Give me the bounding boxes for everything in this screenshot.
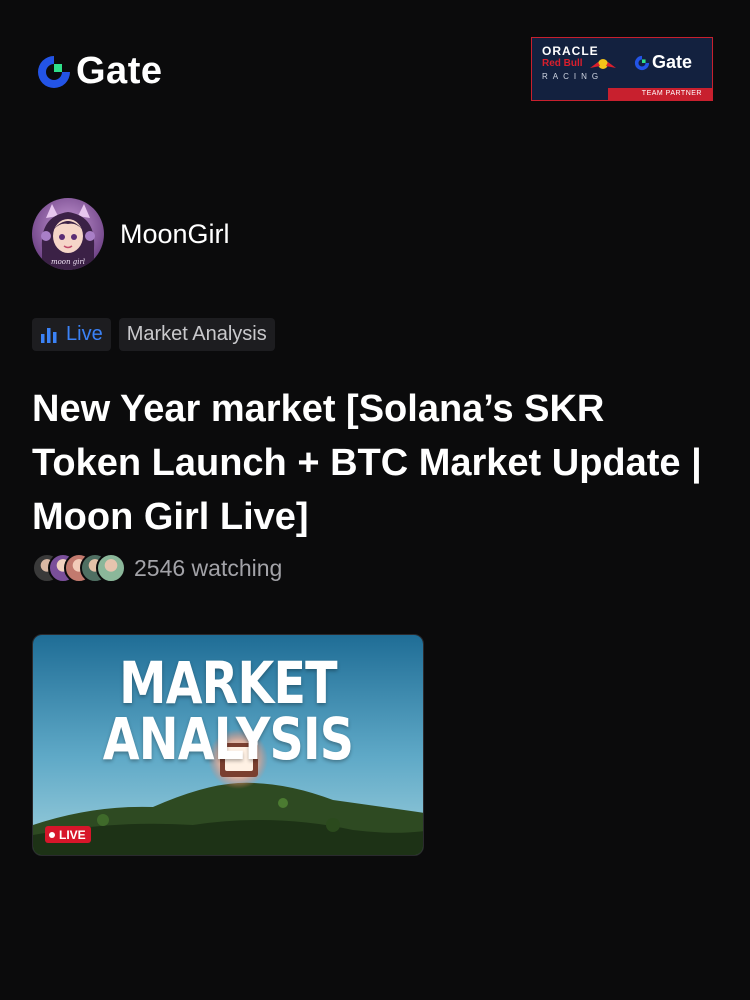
stream-thumbnail[interactable]: MARKET ANALYSIS LIVE (32, 634, 424, 856)
host-name[interactable]: MoonGirl (120, 219, 230, 250)
live-tag[interactable]: Live (32, 318, 111, 351)
partner-racing-text: RACING (542, 72, 604, 81)
watching-count: 2546 watching (134, 554, 283, 581)
partner-tagline: TEAM PARTNER (608, 88, 712, 100)
team-partner-banner[interactable]: ORACLE Red Bull RACING Gate TEAM PARTNER (531, 37, 713, 101)
avatar-caption: moon girl (51, 258, 85, 266)
redbull-bulls-icon (590, 59, 616, 69)
live-badge-label: LIVE (59, 827, 86, 842)
anime-girl-avatar-icon: moon girl (32, 198, 104, 270)
partner-gate-logo: Gate (634, 52, 692, 73)
brand-name: Gate (76, 50, 163, 92)
thumbnail-headline-line2: ANALYSIS (102, 705, 354, 773)
thumbnail-headline: MARKET ANALYSIS (68, 649, 388, 773)
partner-oracle-text: ORACLE (542, 44, 599, 58)
partner-gate-text: Gate (652, 52, 693, 72)
gate-logo-icon (634, 55, 650, 70)
live-badge: LIVE (45, 826, 91, 843)
live-tag-label: Live (66, 323, 103, 345)
gate-logo-icon (38, 55, 70, 88)
partner-redbull-text: Red Bull (542, 58, 583, 69)
live-dot-icon (49, 831, 55, 838)
stream-tags: Live Market Analysis (32, 318, 275, 351)
viewer-avatar (96, 553, 126, 583)
host-avatar[interactable]: moon girl (32, 198, 104, 270)
category-tag[interactable]: Market Analysis (118, 318, 275, 351)
live-bars-icon (41, 327, 57, 343)
thumbnail-headline-line1: MARKET (119, 649, 337, 717)
viewer-avatars (32, 553, 126, 583)
gate-logo[interactable]: Gate (36, 50, 162, 93)
stream-title: New Year market [Solana’s SKR Token Laun… (32, 388, 702, 538)
viewers-row: 2546 watching (32, 553, 282, 583)
